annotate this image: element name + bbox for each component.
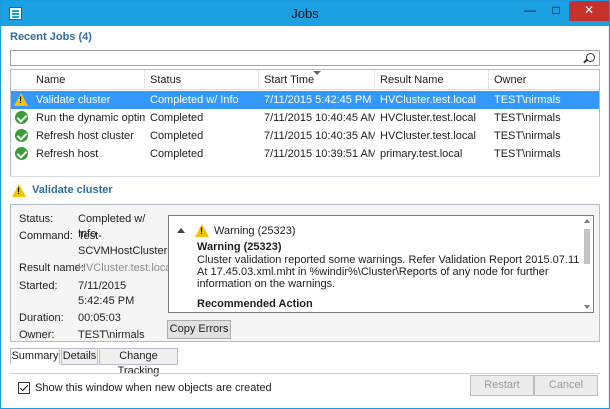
success-check-icon (15, 111, 28, 124)
jobs-window: Jobs — □ ✕ Recent Jobs (4) Name Status S… (0, 0, 610, 409)
command-label: Command: (19, 230, 73, 242)
column-header-start-time[interactable]: Start Time (259, 70, 375, 90)
job-owner: TEST\nirmals (494, 130, 561, 142)
owner-value: TEST\nirmals (78, 329, 145, 341)
table-row[interactable]: Run the dynamic optimi... Completed 7/11… (11, 109, 599, 127)
message-heading: Warning (25323) (214, 225, 296, 237)
recent-jobs-title: Recent Jobs (4) (10, 31, 92, 43)
recommended-action-heading: Recommended Action (197, 298, 313, 310)
maximize-button[interactable]: □ (543, 1, 569, 21)
job-name: Validate cluster (36, 94, 111, 106)
job-result-name: primary.test.local (380, 148, 463, 160)
sort-descending-icon (312, 71, 321, 75)
message-title: Warning (25323) (197, 241, 282, 253)
success-check-icon (15, 147, 28, 160)
message-body: Warning (25323) Cluster validation repor… (197, 241, 582, 310)
warning-icon (195, 224, 209, 237)
job-status: Completed (150, 130, 204, 142)
warning-icon (14, 93, 28, 106)
message-box: Warning (25323) Warning (25323) Cluster … (168, 215, 594, 313)
summary-panel: Status: Completed w/ Info Command: Test-… (10, 204, 600, 342)
started-value: 7/11/2015 5:42:45 PM (78, 280, 135, 307)
job-owner: TEST\nirmals (494, 148, 561, 160)
column-header-owner[interactable]: Owner (489, 70, 599, 90)
title-bar[interactable]: Jobs — □ ✕ (1, 1, 609, 26)
show-window-checkbox-label[interactable]: Show this window when new objects are cr… (35, 382, 272, 394)
cancel-button[interactable]: Cancel (534, 375, 598, 396)
table-row[interactable]: Refresh host cluster Completed 7/11/2015… (11, 127, 599, 145)
duration-value: 00:05:03 (78, 312, 121, 324)
job-owner: TEST\nirmals (494, 112, 561, 124)
job-start-time: 7/11/2015 5:42:45 PM (264, 94, 372, 106)
details-header: Validate cluster (10, 176, 600, 202)
scroll-down-icon[interactable] (584, 305, 590, 309)
close-button[interactable]: ✕ (569, 1, 609, 21)
column-header-name[interactable]: Name (31, 70, 145, 90)
job-status: Completed (150, 112, 204, 124)
tab-summary[interactable]: Summary (10, 348, 60, 365)
job-status: Completed (150, 148, 204, 160)
job-start-time: 7/11/2015 10:40:35 AM (264, 130, 375, 142)
owner-label: Owner: (19, 329, 55, 341)
result-name-label: Result name: (19, 262, 84, 274)
job-name: Run the dynamic optimi... (36, 112, 145, 124)
column-header-result-name[interactable]: Result Name (375, 70, 489, 90)
window-content: Recent Jobs (4) Name Status Start Time R… (2, 26, 608, 408)
show-window-checkbox[interactable] (18, 382, 30, 394)
duration-label: Duration: (19, 312, 64, 324)
scrollbar-thumb[interactable] (584, 229, 590, 264)
vertical-scrollbar[interactable] (582, 217, 592, 311)
search-icon[interactable] (586, 53, 595, 62)
tab-change-tracking[interactable]: Change Tracking (99, 348, 178, 377)
search-input[interactable] (10, 50, 600, 66)
started-label: Started: (19, 280, 58, 292)
status-label: Status: (19, 213, 54, 225)
restart-button[interactable]: Restart (470, 375, 534, 396)
job-start-time: 7/11/2015 10:40:45 AM (264, 112, 375, 124)
scroll-up-icon[interactable] (584, 219, 590, 223)
copy-errors-button[interactable]: Copy Errors (167, 320, 231, 339)
column-header-start-time-label: Start Time (264, 74, 315, 86)
collapse-icon[interactable] (177, 228, 185, 233)
job-start-time: 7/11/2015 10:39:51 AM (264, 148, 375, 160)
table-row[interactable]: Validate cluster Completed w/ Info 7/11/… (11, 91, 599, 109)
table-row[interactable]: Refresh host Completed 7/11/2015 10:39:5… (11, 145, 599, 163)
details-title: Validate cluster (32, 184, 113, 196)
job-result-name: HVCluster.test.local (380, 94, 476, 106)
job-owner: TEST\nirmals (494, 94, 561, 106)
tab-details[interactable]: Details (61, 348, 98, 365)
command-value: Test-SCVMHostCluster (78, 230, 168, 257)
job-name: Refresh host (36, 148, 99, 160)
job-status: Completed w/ Info (150, 94, 239, 106)
message-text: Cluster validation reported some warning… (197, 254, 580, 290)
job-name: Refresh host cluster (36, 130, 134, 142)
minimize-button[interactable]: — (517, 1, 543, 21)
job-result-name: HVCluster.test.local (380, 112, 476, 124)
job-result-name: HVCluster.test.local (380, 130, 476, 142)
footer-divider (10, 373, 600, 374)
result-name-link[interactable]: HVCluster.test.local (78, 261, 174, 276)
success-check-icon (15, 129, 28, 142)
grid-header: Name Status Start Time Result Name Owner (11, 70, 599, 90)
warning-icon (12, 184, 26, 197)
column-header-status[interactable]: Status (145, 70, 259, 90)
jobs-grid: Name Status Start Time Result Name Owner… (10, 69, 600, 182)
